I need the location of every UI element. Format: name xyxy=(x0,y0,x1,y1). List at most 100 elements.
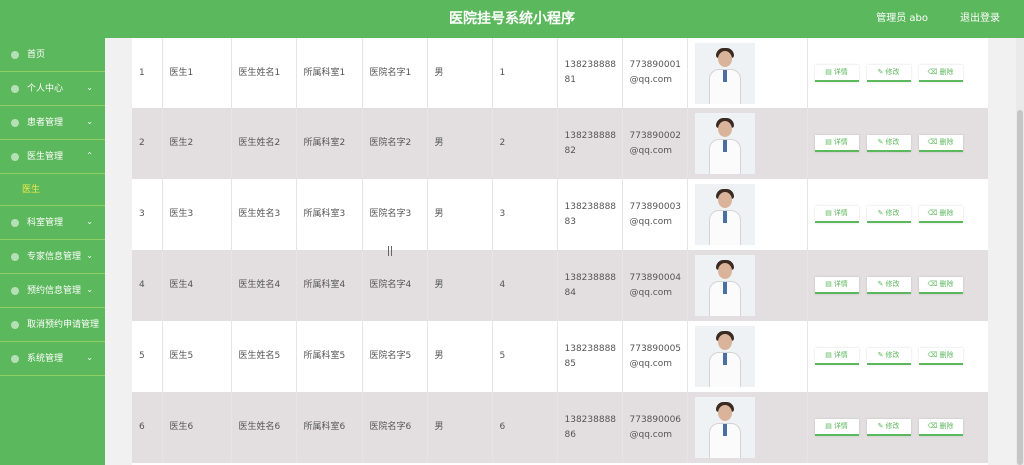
sidebar-item-system[interactable]: 系统管理 ⌄ xyxy=(0,342,105,376)
sidebar-item-label: 取消预约申请管理 xyxy=(27,320,100,330)
photo-detail-shape xyxy=(722,353,727,365)
edit-button[interactable]: ✎ 修改 xyxy=(866,348,911,365)
detail-button[interactable]: ▤ 详情 xyxy=(814,277,859,294)
logout-button[interactable]: 退出登录 xyxy=(960,0,1000,38)
trash-icon: ⌫ xyxy=(927,209,938,217)
document-icon: ▤ xyxy=(825,138,832,146)
cell-phone: 13823888885 xyxy=(557,321,623,392)
detail-button[interactable]: ▤ 详情 xyxy=(814,135,859,152)
edit-button[interactable]: ✎ 修改 xyxy=(866,206,911,223)
detail-button[interactable]: ▤ 详情 xyxy=(814,206,859,223)
cell-photo xyxy=(687,38,808,108)
table-row: 6 医生6 医生姓名6 所属科室6 医院名字6 男 6 13823888886 77389000… xyxy=(132,392,988,463)
detail-button-label: 详情 xyxy=(833,67,848,76)
pencil-icon: ✎ xyxy=(877,209,884,217)
cell-dept: 所属科室3 xyxy=(296,179,363,250)
cell-name: 医生姓名5 xyxy=(231,321,297,392)
delete-button[interactable]: ⌫ 删除 xyxy=(918,348,963,365)
cell-dept: 所属科室6 xyxy=(296,392,363,463)
cell-actions: ▤ 详情 ✎ 修改 ⌫ 删除 xyxy=(807,321,988,392)
sidebar-item-personal-center[interactable]: 个人中心 ⌄ xyxy=(0,72,105,106)
cell-dept: 所属科室5 xyxy=(296,321,363,392)
delete-button-label: 删除 xyxy=(939,67,954,76)
cell-hospital: 医院名字5 xyxy=(362,321,428,392)
cell-name: 医生姓名1 xyxy=(231,38,297,108)
detail-button[interactable]: ▤ 详情 xyxy=(814,348,859,365)
delete-button[interactable]: ⌫ 删除 xyxy=(918,277,963,294)
cell-photo xyxy=(687,250,808,321)
edit-button[interactable]: ✎ 修改 xyxy=(866,277,911,294)
cell-account: 医生6 xyxy=(162,392,232,463)
sidebar: 首页 个人中心 ⌄ 患者管理 ⌄ 医生管理 ⌃ 医生 科室管理 ⌄ 专家信息管理 ⌄ 预约… xyxy=(0,38,105,465)
delete-button[interactable]: ⌫ 删除 xyxy=(918,419,963,436)
photo-head-shape xyxy=(717,263,732,279)
patient-icon xyxy=(11,119,19,127)
edit-button-label: 修改 xyxy=(885,67,900,76)
photo-detail-shape xyxy=(722,424,727,436)
delete-button[interactable]: ⌫ 删除 xyxy=(918,206,963,223)
cell-no: 6 xyxy=(132,392,163,463)
edit-button[interactable]: ✎ 修改 xyxy=(866,64,911,82)
pencil-icon: ✎ xyxy=(877,351,884,359)
cell-actions: ▤ 详情 ✎ 修改 ⌫ 删除 xyxy=(807,179,988,250)
cell-email: 773890001@qq.com xyxy=(622,38,688,108)
sidebar-item-patients[interactable]: 患者管理 ⌄ xyxy=(0,106,105,140)
chevron-down-icon: ⌄ xyxy=(86,251,93,260)
cell-account: 医生3 xyxy=(162,179,232,250)
cell-count: 6 xyxy=(492,392,558,463)
user-icon xyxy=(11,85,19,93)
department-icon xyxy=(11,219,19,227)
cell-no: 5 xyxy=(132,321,163,392)
sidebar-subitem-doctor[interactable]: 医生 xyxy=(0,174,105,206)
detail-button[interactable]: ▤ 详情 xyxy=(814,64,859,82)
sidebar-item-doctors[interactable]: 医生管理 ⌃ xyxy=(0,140,105,174)
chevron-up-icon: ⌃ xyxy=(86,151,93,160)
cell-name: 医生姓名4 xyxy=(231,250,297,321)
cell-actions: ▤ 详情 ✎ 修改 ⌫ 删除 xyxy=(807,392,988,463)
cell-dept: 所属科室4 xyxy=(296,250,363,321)
cell-actions: ▤ 详情 ✎ 修改 ⌫ 删除 xyxy=(807,38,988,108)
photo-detail-shape xyxy=(722,69,727,82)
sidebar-item-label: 医生管理 xyxy=(27,152,64,162)
scrollbar-thumb[interactable] xyxy=(1017,110,1023,465)
cell-photo xyxy=(687,321,808,392)
trash-icon: ⌫ xyxy=(927,422,938,430)
cell-photo xyxy=(687,179,808,250)
doctor-photo xyxy=(694,184,755,245)
cell-count: 4 xyxy=(492,250,558,321)
edit-button[interactable]: ✎ 修改 xyxy=(866,419,911,436)
detail-button[interactable]: ▤ 详情 xyxy=(814,419,859,436)
delete-button-label: 删除 xyxy=(939,351,954,359)
chevron-down-icon: ⌄ xyxy=(86,353,93,362)
sidebar-item-label: 首页 xyxy=(27,50,46,60)
sidebar-item-label: 预约信息管理 xyxy=(27,286,82,296)
edit-button[interactable]: ✎ 修改 xyxy=(866,135,911,152)
sidebar-item-appointments[interactable]: 预约信息管理 ⌄ xyxy=(0,274,105,308)
delete-button[interactable]: ⌫ 删除 xyxy=(918,64,963,82)
table-row: 5 医生5 医生姓名5 所属科室5 医院名字5 男 5 13823888885 77389000… xyxy=(132,321,988,392)
doctor-photo xyxy=(694,397,755,458)
photo-head-shape xyxy=(717,50,732,67)
sidebar-item-departments[interactable]: 科室管理 ⌄ xyxy=(0,206,105,240)
edit-button-label: 修改 xyxy=(885,351,900,359)
delete-button[interactable]: ⌫ 删除 xyxy=(918,135,963,152)
edit-button-label: 修改 xyxy=(885,280,900,288)
cell-hospital: 医院名字3 xyxy=(362,179,428,250)
cell-gender: 男 xyxy=(427,38,493,108)
delete-button-label: 删除 xyxy=(939,138,954,146)
table-row: 1 医生1 医生姓名1 所属科室1 医院名字1 男 1 13823888881 77389000… xyxy=(132,38,988,108)
sidebar-item-cancel-requests[interactable]: 取消预约申请管理 xyxy=(0,308,105,342)
cell-hospital: 医院名字1 xyxy=(362,38,428,108)
cell-count: 2 xyxy=(492,108,558,179)
cell-name: 医生姓名2 xyxy=(231,108,297,179)
cell-email: 773890003@qq.com xyxy=(622,179,688,250)
cell-phone: 13823888882 xyxy=(557,108,623,179)
doctor-table: 1 医生1 医生姓名1 所属科室1 医院名字1 男 1 13823888881 77389000… xyxy=(132,38,988,465)
settings-icon xyxy=(11,355,19,363)
photo-head-shape xyxy=(717,192,732,208)
cell-no: 2 xyxy=(132,108,163,179)
sidebar-item-experts[interactable]: 专家信息管理 ⌄ xyxy=(0,240,105,274)
cell-gender: 男 xyxy=(427,392,493,463)
top-bar: 医院挂号系统小程序 管理员 abo 退出登录 xyxy=(0,0,1024,38)
sidebar-item-home[interactable]: 首页 xyxy=(0,38,105,72)
